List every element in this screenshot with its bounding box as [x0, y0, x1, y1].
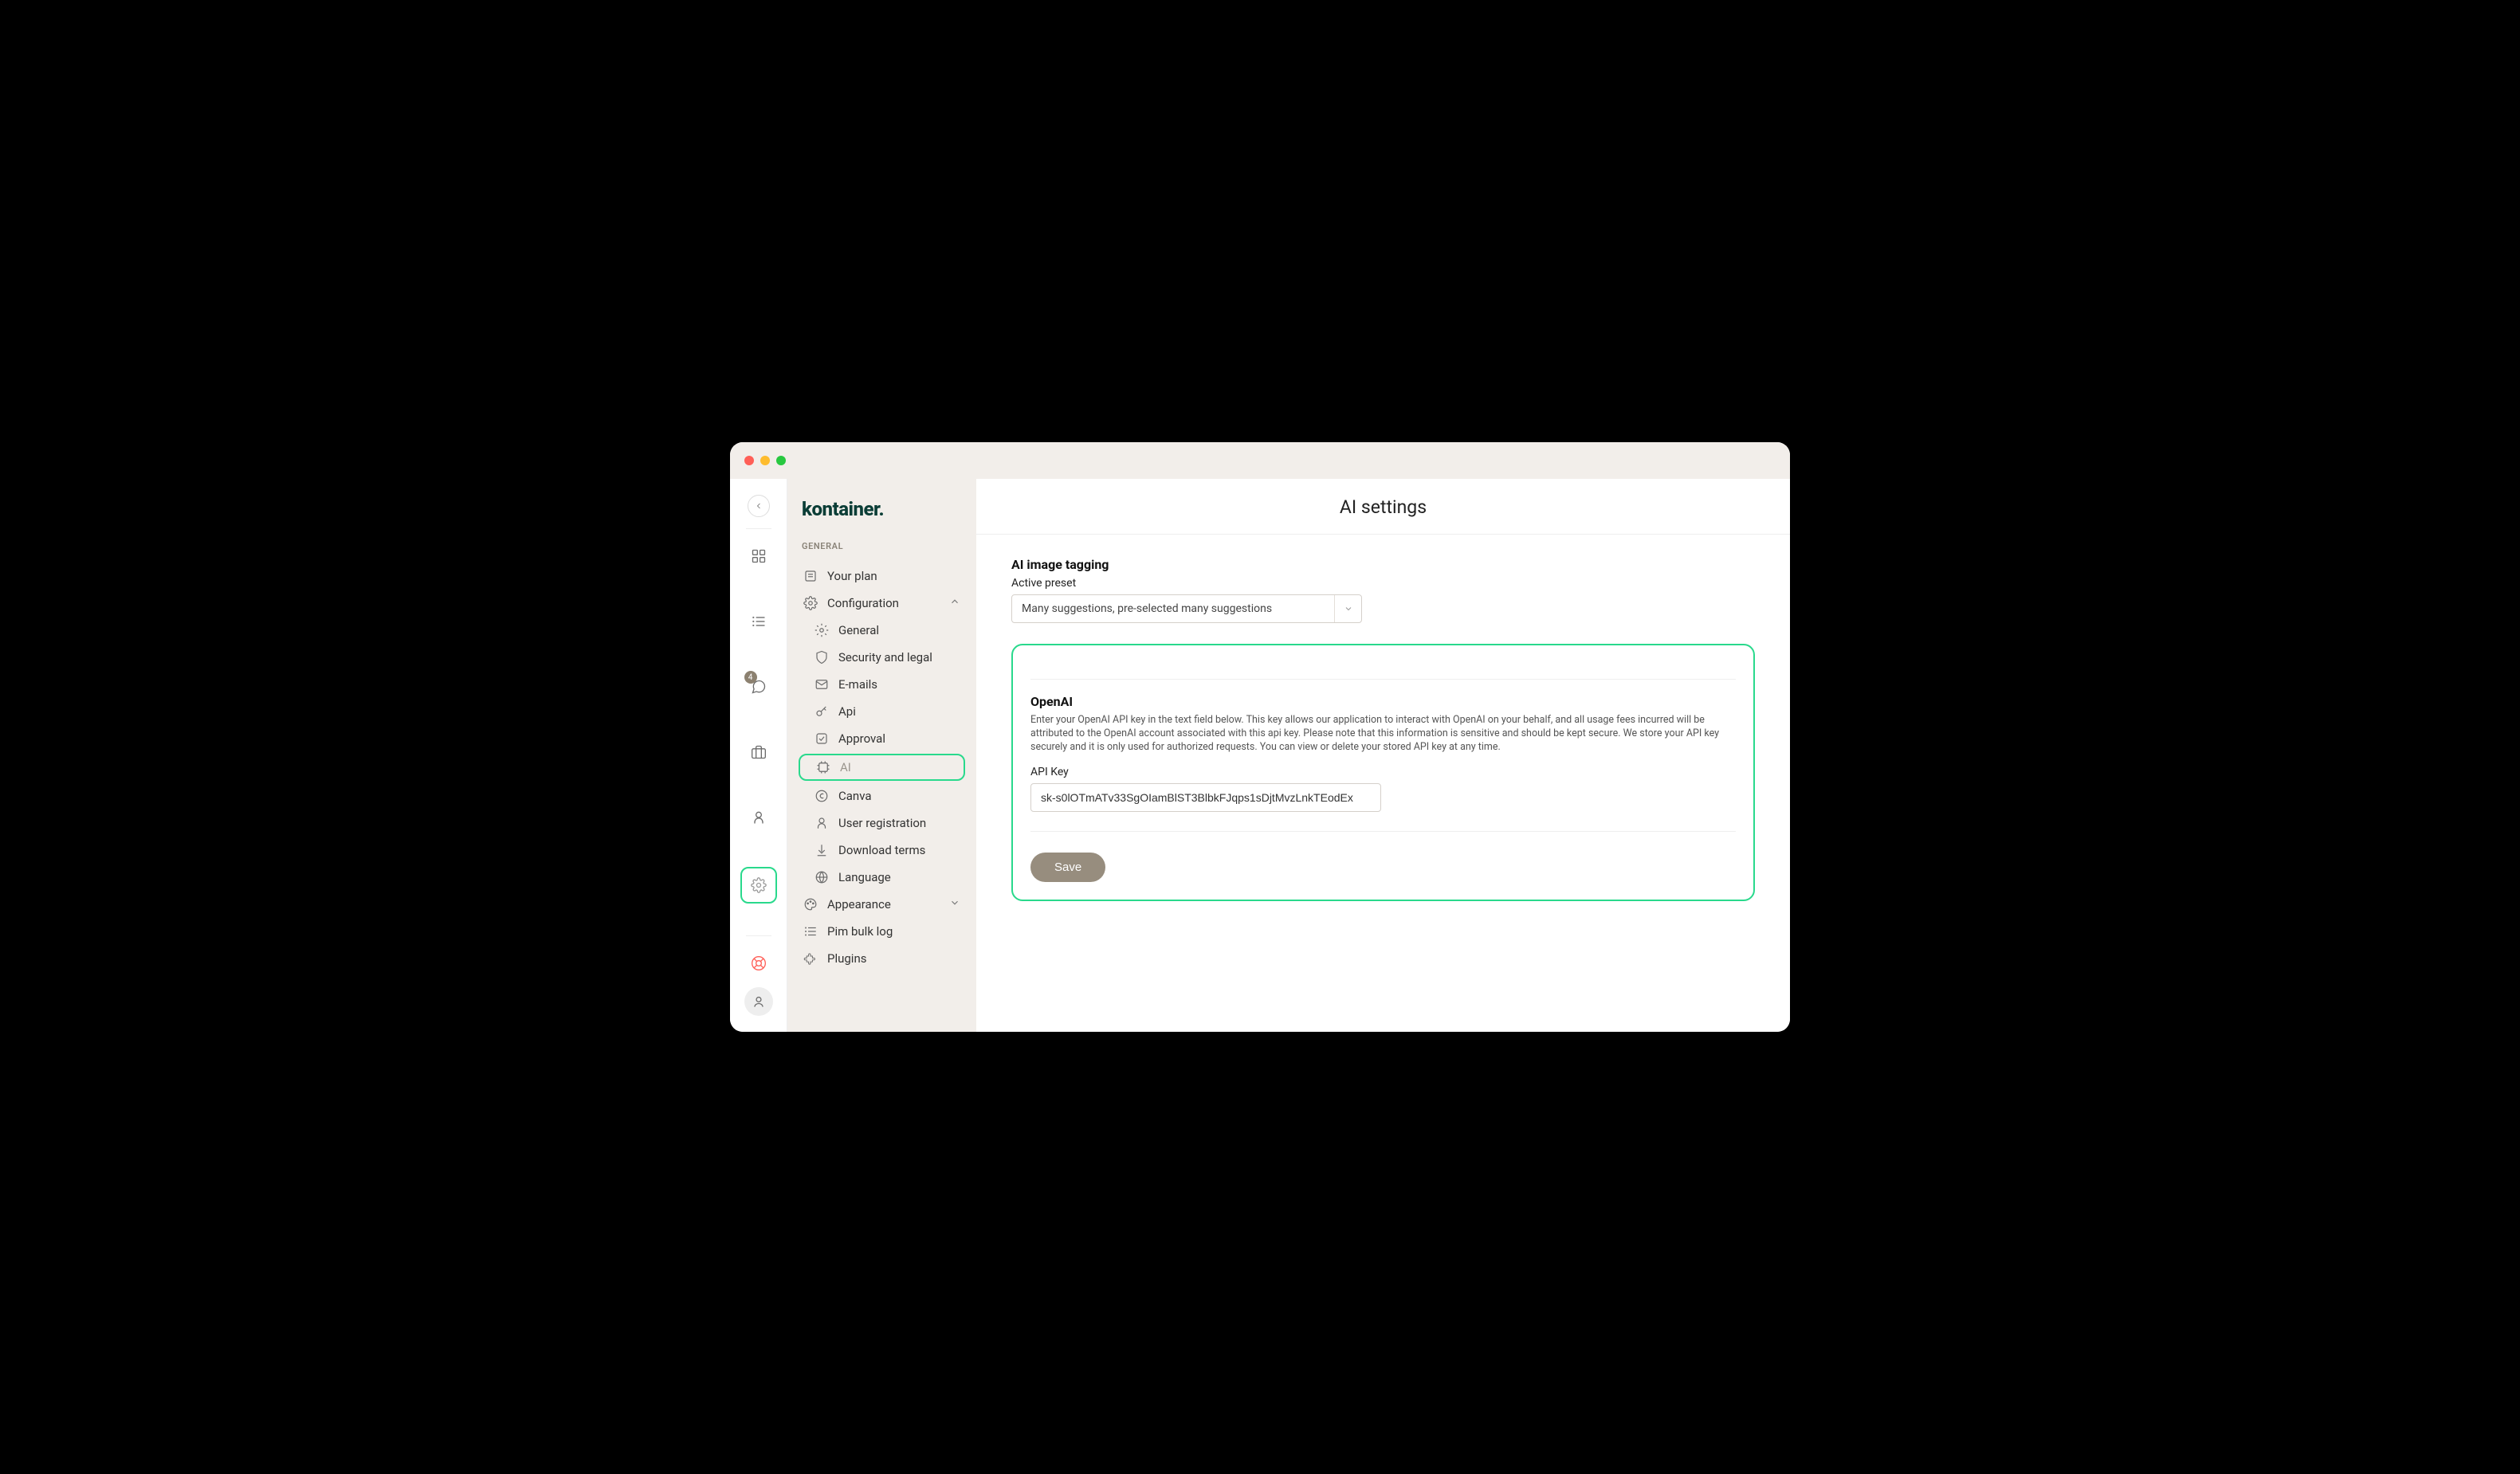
content-area: AI image tagging Active preset Many sugg…	[976, 535, 1790, 923]
api-key-input[interactable]	[1030, 783, 1381, 812]
save-button[interactable]: Save	[1030, 853, 1105, 882]
sidebar-item-configuration[interactable]: Configuration	[799, 590, 965, 617]
sidebar-item-label: Approval	[838, 731, 885, 746]
main-panel: AI settings AI image tagging Active pres…	[976, 479, 1790, 1032]
grid-icon	[751, 548, 767, 564]
rail-settings-active[interactable]	[740, 867, 777, 904]
lifebuoy-icon	[751, 955, 767, 971]
chevron-up-icon	[949, 596, 960, 610]
user-icon	[751, 810, 767, 825]
back-button[interactable]	[748, 495, 770, 517]
globe-icon	[814, 870, 829, 884]
rail-divider	[746, 528, 771, 529]
canva-icon	[814, 789, 829, 803]
page-title: AI settings	[976, 479, 1790, 535]
sidebar-item-label: Download terms	[838, 843, 925, 857]
download-icon	[814, 843, 829, 857]
user-icon	[751, 994, 767, 1009]
app-window: 4 kontainer	[730, 442, 1790, 1032]
shield-icon	[814, 650, 829, 664]
sidebar-item-general[interactable]: General	[799, 617, 965, 644]
sidebar-item-approval[interactable]: Approval	[799, 725, 965, 752]
sidebar-item-plugins[interactable]: Plugins	[799, 945, 965, 972]
list-icon	[751, 614, 767, 629]
sidebar-item-ai[interactable]: AI	[799, 754, 965, 781]
window-minimize-dot[interactable]	[760, 456, 770, 465]
sidebar-item-user-registration[interactable]: User registration	[799, 810, 965, 837]
rail-notifications[interactable]: 4	[743, 671, 775, 703]
divider	[1030, 831, 1736, 832]
sidebar-item-label: General	[838, 623, 879, 637]
sidebar-item-label: Api	[838, 704, 856, 719]
user-icon	[814, 816, 829, 830]
sidebar-section-general: GENERAL	[799, 541, 965, 563]
rail-briefcase[interactable]	[743, 736, 775, 768]
notification-badge: 4	[744, 671, 757, 684]
sidebar-item-label: Security and legal	[838, 650, 932, 664]
plan-icon	[803, 569, 818, 583]
sidebar-item-label: Canva	[838, 789, 872, 803]
api-key-label: API Key	[1030, 766, 1736, 778]
sidebar-item-label: AI	[840, 760, 851, 774]
sidebar-item-api[interactable]: Api	[799, 698, 965, 725]
list-icon	[803, 924, 818, 939]
brand-logo: kontainer.	[799, 498, 965, 541]
palette-icon	[803, 897, 818, 911]
chevron-left-icon	[754, 501, 763, 511]
sidebar-item-download-terms[interactable]: Download terms	[799, 837, 965, 864]
key-icon	[814, 704, 829, 719]
section-ai-tagging-heading: AI image tagging	[1011, 557, 1755, 572]
chevron-down-icon	[1334, 595, 1361, 622]
sidebar-item-label: Language	[838, 870, 891, 884]
openai-description: Enter your OpenAI API key in the text fi…	[1030, 714, 1736, 755]
window-zoom-dot[interactable]	[776, 456, 786, 465]
sidebar-item-label: User registration	[838, 816, 926, 830]
sidebar-item-your-plan[interactable]: Your plan	[799, 563, 965, 590]
rail-dashboard[interactable]	[743, 540, 775, 572]
gear-icon	[814, 623, 829, 637]
gear-icon	[751, 877, 767, 893]
chevron-down-icon	[949, 897, 960, 911]
ai-chip-icon	[816, 760, 830, 774]
sidebar-item-label: Configuration	[827, 596, 899, 610]
sidebar-item-label: Pim bulk log	[827, 924, 893, 939]
check-badge-icon	[814, 731, 829, 746]
sidebar-item-appearance[interactable]: Appearance	[799, 891, 965, 918]
settings-sidebar: kontainer. GENERAL Your plan Configurati…	[787, 479, 976, 1032]
mail-icon	[814, 677, 829, 692]
preset-select[interactable]: Many suggestions, pre-selected many sugg…	[1011, 594, 1362, 623]
sidebar-item-language[interactable]: Language	[799, 864, 965, 891]
rail-help[interactable]	[743, 947, 775, 979]
puzzle-icon	[803, 951, 818, 966]
rail-divider	[746, 935, 771, 936]
icon-rail: 4	[730, 479, 787, 1032]
sidebar-item-label: E-mails	[838, 677, 877, 692]
gear-icon	[803, 596, 818, 610]
sidebar-item-security[interactable]: Security and legal	[799, 644, 965, 671]
openai-panel-highlight: OpenAI Enter your OpenAI API key in the …	[1011, 644, 1755, 901]
sidebar-item-emails[interactable]: E-mails	[799, 671, 965, 698]
preset-label: Active preset	[1011, 577, 1755, 590]
section-openai-heading: OpenAI	[1030, 694, 1736, 709]
window-titlebar	[730, 442, 1790, 479]
sidebar-item-canva[interactable]: Canva	[799, 782, 965, 810]
sidebar-item-label: Appearance	[827, 897, 891, 911]
rail-account[interactable]	[744, 987, 773, 1016]
window-close-dot[interactable]	[744, 456, 754, 465]
preset-select-value: Many suggestions, pre-selected many sugg…	[1012, 595, 1334, 622]
divider	[1030, 679, 1736, 680]
rail-list[interactable]	[743, 606, 775, 637]
app-body: 4 kontainer	[730, 479, 1790, 1032]
rail-users[interactable]	[743, 802, 775, 833]
sidebar-item-label: Plugins	[827, 951, 866, 966]
sidebar-item-pim-bulk-log[interactable]: Pim bulk log	[799, 918, 965, 945]
sidebar-item-label: Your plan	[827, 569, 877, 583]
briefcase-icon	[751, 744, 767, 760]
